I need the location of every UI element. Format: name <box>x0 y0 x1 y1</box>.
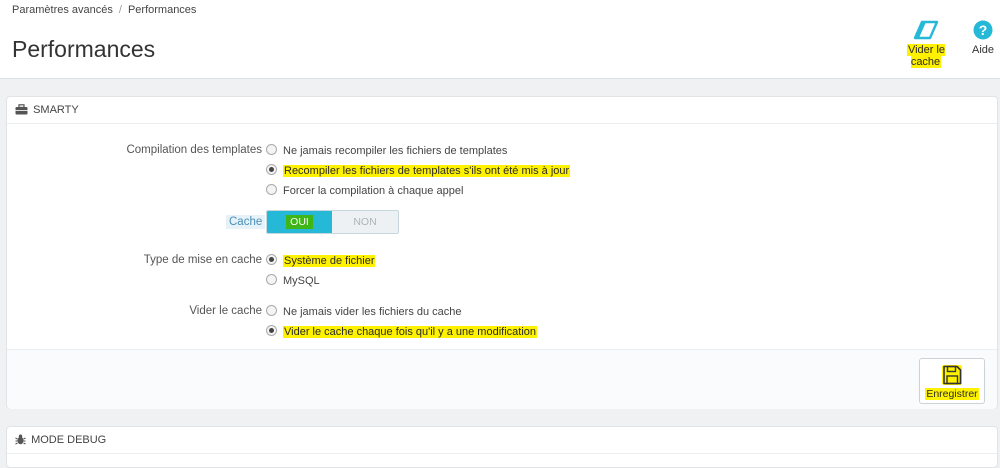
breadcrumb-parent[interactable]: Paramètres avancés <box>12 4 113 16</box>
clear-cache-button[interactable]: Vider le cache <box>893 20 959 68</box>
debug-heading-text: MODE DEBUG <box>31 434 107 446</box>
floppy-disk-icon <box>942 365 962 385</box>
option-label: Ne jamais recompiler les fichiers de tem… <box>283 145 508 157</box>
clear-cache-row: Vider le cache Ne jamais vider les fichi… <box>7 302 997 342</box>
cache-type-row: Type de mise en cache Système de fichier… <box>7 251 997 291</box>
help-icon: ? <box>973 20 993 40</box>
radio-button[interactable] <box>266 144 277 155</box>
cache-toggle-off[interactable]: NON <box>332 211 398 233</box>
save-button[interactable]: Enregistrer <box>919 358 985 404</box>
cache-type-label: Type de mise en cache <box>143 254 262 266</box>
clear-cache-option-on-change[interactable]: Vider le cache chaque fois qu'il y a une… <box>266 325 537 338</box>
radio-button[interactable] <box>266 274 277 285</box>
radio-button[interactable] <box>266 184 277 195</box>
compilation-label: Compilation des templates <box>126 144 262 156</box>
radio-button-checked[interactable] <box>266 325 277 336</box>
option-label: Ne jamais vider les fichiers du cache <box>283 306 462 318</box>
radio-button-checked[interactable] <box>266 164 277 175</box>
clear-cache-field-label: Vider le cache <box>189 305 262 317</box>
cache-label: Cache <box>226 215 266 229</box>
option-label: Vider le cache chaque fois qu'il y a une… <box>283 326 537 338</box>
breadcrumb-current: Performances <box>127 4 197 16</box>
page-title: Performances <box>12 36 156 63</box>
debug-panel-heading: MODE DEBUG <box>7 427 997 454</box>
smarty-panel: SMARTY Compilation des templates Ne jama… <box>6 96 998 409</box>
option-label: MySQL <box>283 275 320 287</box>
save-label: Enregistrer <box>925 388 979 400</box>
breadcrumb-separator: / <box>118 4 122 16</box>
option-label: Système de fichier <box>283 255 376 267</box>
compilation-option-force[interactable]: Forcer la compilation à chaque appel <box>266 184 463 197</box>
compilation-option-recompile[interactable]: Recompiler les fichiers de templates s'i… <box>266 164 571 177</box>
smarty-heading-text: SMARTY <box>33 104 79 116</box>
radio-button-checked[interactable] <box>266 254 277 265</box>
clear-cache-option-never[interactable]: Ne jamais vider les fichiers du cache <box>266 305 462 318</box>
cache-type-option-filesystem[interactable]: Système de fichier <box>266 254 376 267</box>
option-label: Forcer la compilation à chaque appel <box>283 185 464 197</box>
help-label: Aide <box>971 44 995 56</box>
cache-type-option-mysql[interactable]: MySQL <box>266 274 320 287</box>
cache-toggle[interactable]: OUI NON <box>266 210 399 234</box>
radio-button[interactable] <box>266 305 277 316</box>
compilation-option-never[interactable]: Ne jamais recompiler les fichiers de tem… <box>266 144 507 157</box>
cache-toggle-on[interactable]: OUI <box>267 211 332 233</box>
compilation-row: Compilation des templates Ne jamais reco… <box>7 141 997 201</box>
breadcrumb: Paramètres avancés / Performances <box>12 4 196 16</box>
briefcase-icon <box>15 104 28 115</box>
smarty-panel-heading: SMARTY <box>7 97 997 124</box>
bug-icon <box>15 434 26 445</box>
option-label: Recompiler les fichiers de templates s'i… <box>283 165 571 177</box>
svg-text:?: ? <box>979 22 988 38</box>
cache-on-label: OUI <box>286 215 313 229</box>
clear-cache-label: Vider le cache <box>906 44 946 68</box>
help-button[interactable]: ? Aide <box>970 20 996 56</box>
smarty-panel-footer: Enregistrer <box>7 349 997 409</box>
eraser-icon <box>913 20 939 40</box>
page-header: Paramètres avancés / Performances Performa… <box>0 0 1000 79</box>
